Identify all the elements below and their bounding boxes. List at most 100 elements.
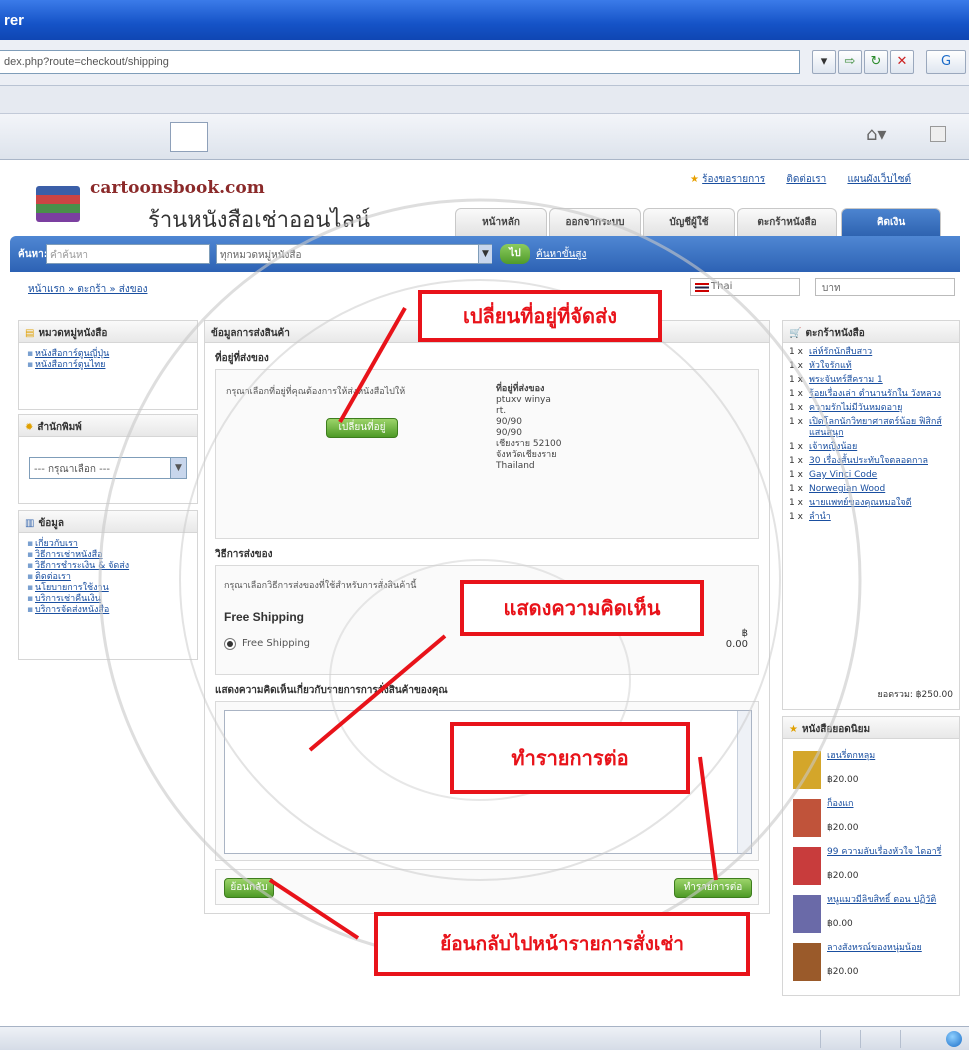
category-select[interactable]: ทุกหมวดหมู่หนังสือ — [216, 244, 492, 264]
method-option[interactable]: Free Shipping — [242, 638, 310, 649]
bestseller-title[interactable]: ลางสังหรณ์ของหนุ่มน้อย — [827, 943, 957, 954]
home-icon[interactable]: ⌂▾ — [866, 124, 886, 145]
cart-item-qty: 1 x — [789, 417, 803, 427]
tab-home[interactable]: หน้าหลัก — [455, 208, 547, 236]
cart-box: 🛒 ตะกร้าหนังสือ 1 x เล่ห์รักนักสืบสาว 1 x หั… — [782, 320, 960, 710]
bestseller-item[interactable]: 99 ความลับเรื่องหัวใจ ไดอารี่ ฿20.00 — [793, 843, 953, 893]
cart-item-link[interactable]: Gay Vinci Code — [809, 470, 877, 480]
comment-title: แสดงความคิดเห็นเกี่ยวกับรายการการสั่งสิน… — [215, 685, 448, 696]
top-link[interactable]: ติดต่อเรา — [786, 174, 826, 185]
cart-item-qty: 1 x — [789, 484, 803, 494]
book-cover-image[interactable] — [793, 751, 821, 789]
continue-button[interactable]: ทำรายการต่อ — [674, 878, 752, 898]
cart-item-link[interactable]: เปิดโลกนักวิทยาศาสตร์น้อย ฟิสิกส์แสนสนุก — [809, 417, 942, 438]
address-line: rt. — [496, 406, 507, 416]
book-cover-image[interactable] — [793, 847, 821, 885]
bestseller-price: ฿20.00 — [827, 823, 859, 833]
tab-checkout[interactable]: คิดเงิน — [841, 208, 941, 236]
search-bar: ค้นหา: คำค้นหา ทุกหมวดหมู่หนังสือ ▼ ไป ค… — [10, 236, 960, 272]
cart-item-link[interactable]: เล่ห์รักนักสืบสาว — [809, 347, 872, 357]
chevron-down-icon[interactable]: ▼ — [478, 245, 492, 263]
search-label: ค้นหา: — [18, 249, 48, 260]
book-cover-image[interactable] — [793, 799, 821, 837]
breadcrumb[interactable]: หน้าแรก » ตะกร้า » ส่งของ — [28, 282, 147, 297]
bestseller-title[interactable]: เฮนรี่ตกหลุม — [827, 751, 957, 762]
bestseller-title[interactable]: หนูแมวมีลิขสิทธิ์ ตอน ปฏิวัติ — [827, 895, 957, 906]
tab-logout[interactable]: ออกจากระบบ — [549, 208, 641, 236]
shipping-radio[interactable] — [224, 638, 236, 650]
bestseller-item[interactable]: เฮนรี่ตกหลุม ฿20.00 — [793, 747, 953, 797]
language-value: Thai — [711, 281, 733, 292]
cart-item: 1 x ความรักไม่มีวันหมดอายุ — [789, 403, 953, 414]
url-field[interactable]: dex.php?route=checkout/shipping — [0, 50, 800, 74]
info-link[interactable]: วิธีการชำระเงิน & จัดส่ง — [25, 561, 191, 572]
info-link[interactable]: บริการเช่าคืนเงิน — [25, 594, 191, 605]
search-input[interactable]: คำค้นหา — [46, 244, 210, 264]
cart-item-link[interactable]: 30 เรื่องสั้นประทับใจตลอดกาล — [809, 456, 928, 466]
window-titlebar: rer — [0, 0, 969, 40]
bestseller-price: ฿0.00 — [827, 919, 853, 929]
search-provider-icon[interactable]: G — [926, 50, 966, 74]
book-icon: ▥ — [25, 518, 35, 529]
categories-box: ▤หมวดหมู่หนังสือ หนังสือการ์ตูนญี่ปุ่น ห… — [18, 320, 198, 410]
status-bar — [0, 1026, 969, 1050]
cart-list: 1 x เล่ห์รักนักสืบสาว 1 x หัวใจรักแท้ 1 x พระ… — [783, 343, 959, 530]
dropdown-icon[interactable]: ▾ — [812, 50, 836, 74]
tab-account[interactable]: บัญชีผู้ใช้ — [643, 208, 735, 236]
top-link[interactable]: ร้องขอรายการ — [702, 174, 765, 185]
currency-select[interactable]: บาท — [815, 278, 955, 296]
refresh-icon[interactable]: ↻ — [864, 50, 888, 74]
bestseller-item[interactable]: หนูแมวมีลิขสิทธิ์ ตอน ปฏิวัติ ฿0.00 — [793, 891, 953, 941]
address-line: จังหวัดเชียงราย — [496, 450, 557, 460]
bestseller-title[interactable]: 99 ความลับเรื่องหัวใจ ไดอารี่ — [827, 847, 957, 858]
publisher-select[interactable]: --- กรุณาเลือก --- ▼ — [29, 457, 187, 479]
cart-item-link[interactable]: ลำนำ — [809, 512, 831, 522]
tab-cart[interactable]: ตะกร้าหนังสือ — [737, 208, 837, 236]
cart-item-link[interactable]: เจ้าหญิงน้อย — [809, 442, 857, 452]
cart-item-link[interactable]: นายแพทย์ของคุณหมอใจดี — [809, 498, 912, 508]
cart-item: 1 x เจ้าหญิงน้อย — [789, 442, 953, 453]
info-link[interactable]: เกี่ยวกับเรา — [25, 539, 191, 550]
cart-item-qty: 1 x — [789, 361, 803, 371]
cart-total: ยอดรวม: ฿250.00 — [877, 690, 953, 700]
bestseller-item[interactable]: ก็องแก ฿20.00 — [793, 795, 953, 845]
back-button[interactable]: ย้อนกลับ — [224, 878, 274, 898]
book-cover-image[interactable] — [793, 895, 821, 933]
method-section-title: วิธีการส่งของ — [215, 549, 273, 560]
cart-item-qty: 1 x — [789, 375, 803, 385]
search-go-button[interactable]: ไป — [500, 244, 530, 264]
category-link[interactable]: หนังสือการ์ตูนไทย — [25, 360, 191, 371]
bestseller-title[interactable]: ก็องแก — [827, 799, 957, 810]
bestseller-item[interactable]: ลางสังหรณ์ของหนุ่มน้อย ฿20.00 — [793, 939, 953, 989]
cart-item-link[interactable]: ความรักไม่มีวันหมดอายุ — [809, 403, 902, 413]
bestsellers-title: ★ หนังสือยอดนิยม — [783, 717, 959, 739]
annotation-back: ย้อนกลับไปหน้ารายการสั่งเช่า — [374, 912, 750, 976]
cart-item: 1 x เล่ห์รักนักสืบสาว — [789, 347, 953, 358]
cart-item-link[interactable]: ร้อยเรื่องเล่า ตำนานรักใน วังหลวง — [809, 389, 941, 399]
info-link[interactable]: นโยบายการใช้งาน — [25, 583, 191, 594]
category-link[interactable]: หนังสือการ์ตูนญี่ปุ่น — [25, 349, 191, 360]
stop-icon[interactable]: ✕ — [890, 50, 914, 74]
button-row: ย้อนกลับ ทำรายการต่อ — [215, 869, 759, 905]
cart-item-link[interactable]: พระจันทร์สีคราม 1 — [809, 375, 883, 385]
language-select[interactable]: Thai — [690, 278, 800, 296]
new-tab-button[interactable] — [170, 122, 208, 152]
info-link[interactable]: วิธีการเช่าหนังสือ — [25, 550, 191, 561]
info-link[interactable]: บริการจัดส่งหนังสือ — [25, 605, 191, 616]
info-link[interactable]: ติดต่อเรา — [25, 572, 191, 583]
feed-icon[interactable] — [930, 126, 946, 142]
book-cover-image[interactable] — [793, 943, 821, 981]
window-title: rer — [4, 12, 25, 29]
tab-toolbar: ⌂▾ — [0, 114, 969, 160]
change-address-button[interactable]: เปลี่ยนที่อยู่ — [326, 418, 398, 438]
advanced-search-link[interactable]: ค้นหาขั้นสูง — [536, 247, 586, 262]
scrollbar[interactable] — [737, 711, 751, 853]
cart-item-link[interactable]: หัวใจรักแท้ — [809, 361, 852, 371]
top-link[interactable]: แผนผังเว็บไซต์ — [847, 174, 911, 185]
cart-item-link[interactable]: Norwegian Wood — [809, 484, 885, 494]
cart-item: 1 x พระจันทร์สีคราม 1 — [789, 375, 953, 386]
go-icon[interactable]: ⇨ — [838, 50, 862, 74]
star-icon: ★ — [690, 174, 699, 185]
web-page: cartoonsbook.com ร้านหนังสือเช่าออนไลน์ … — [0, 160, 969, 1026]
chevron-down-icon[interactable]: ▼ — [170, 458, 186, 478]
